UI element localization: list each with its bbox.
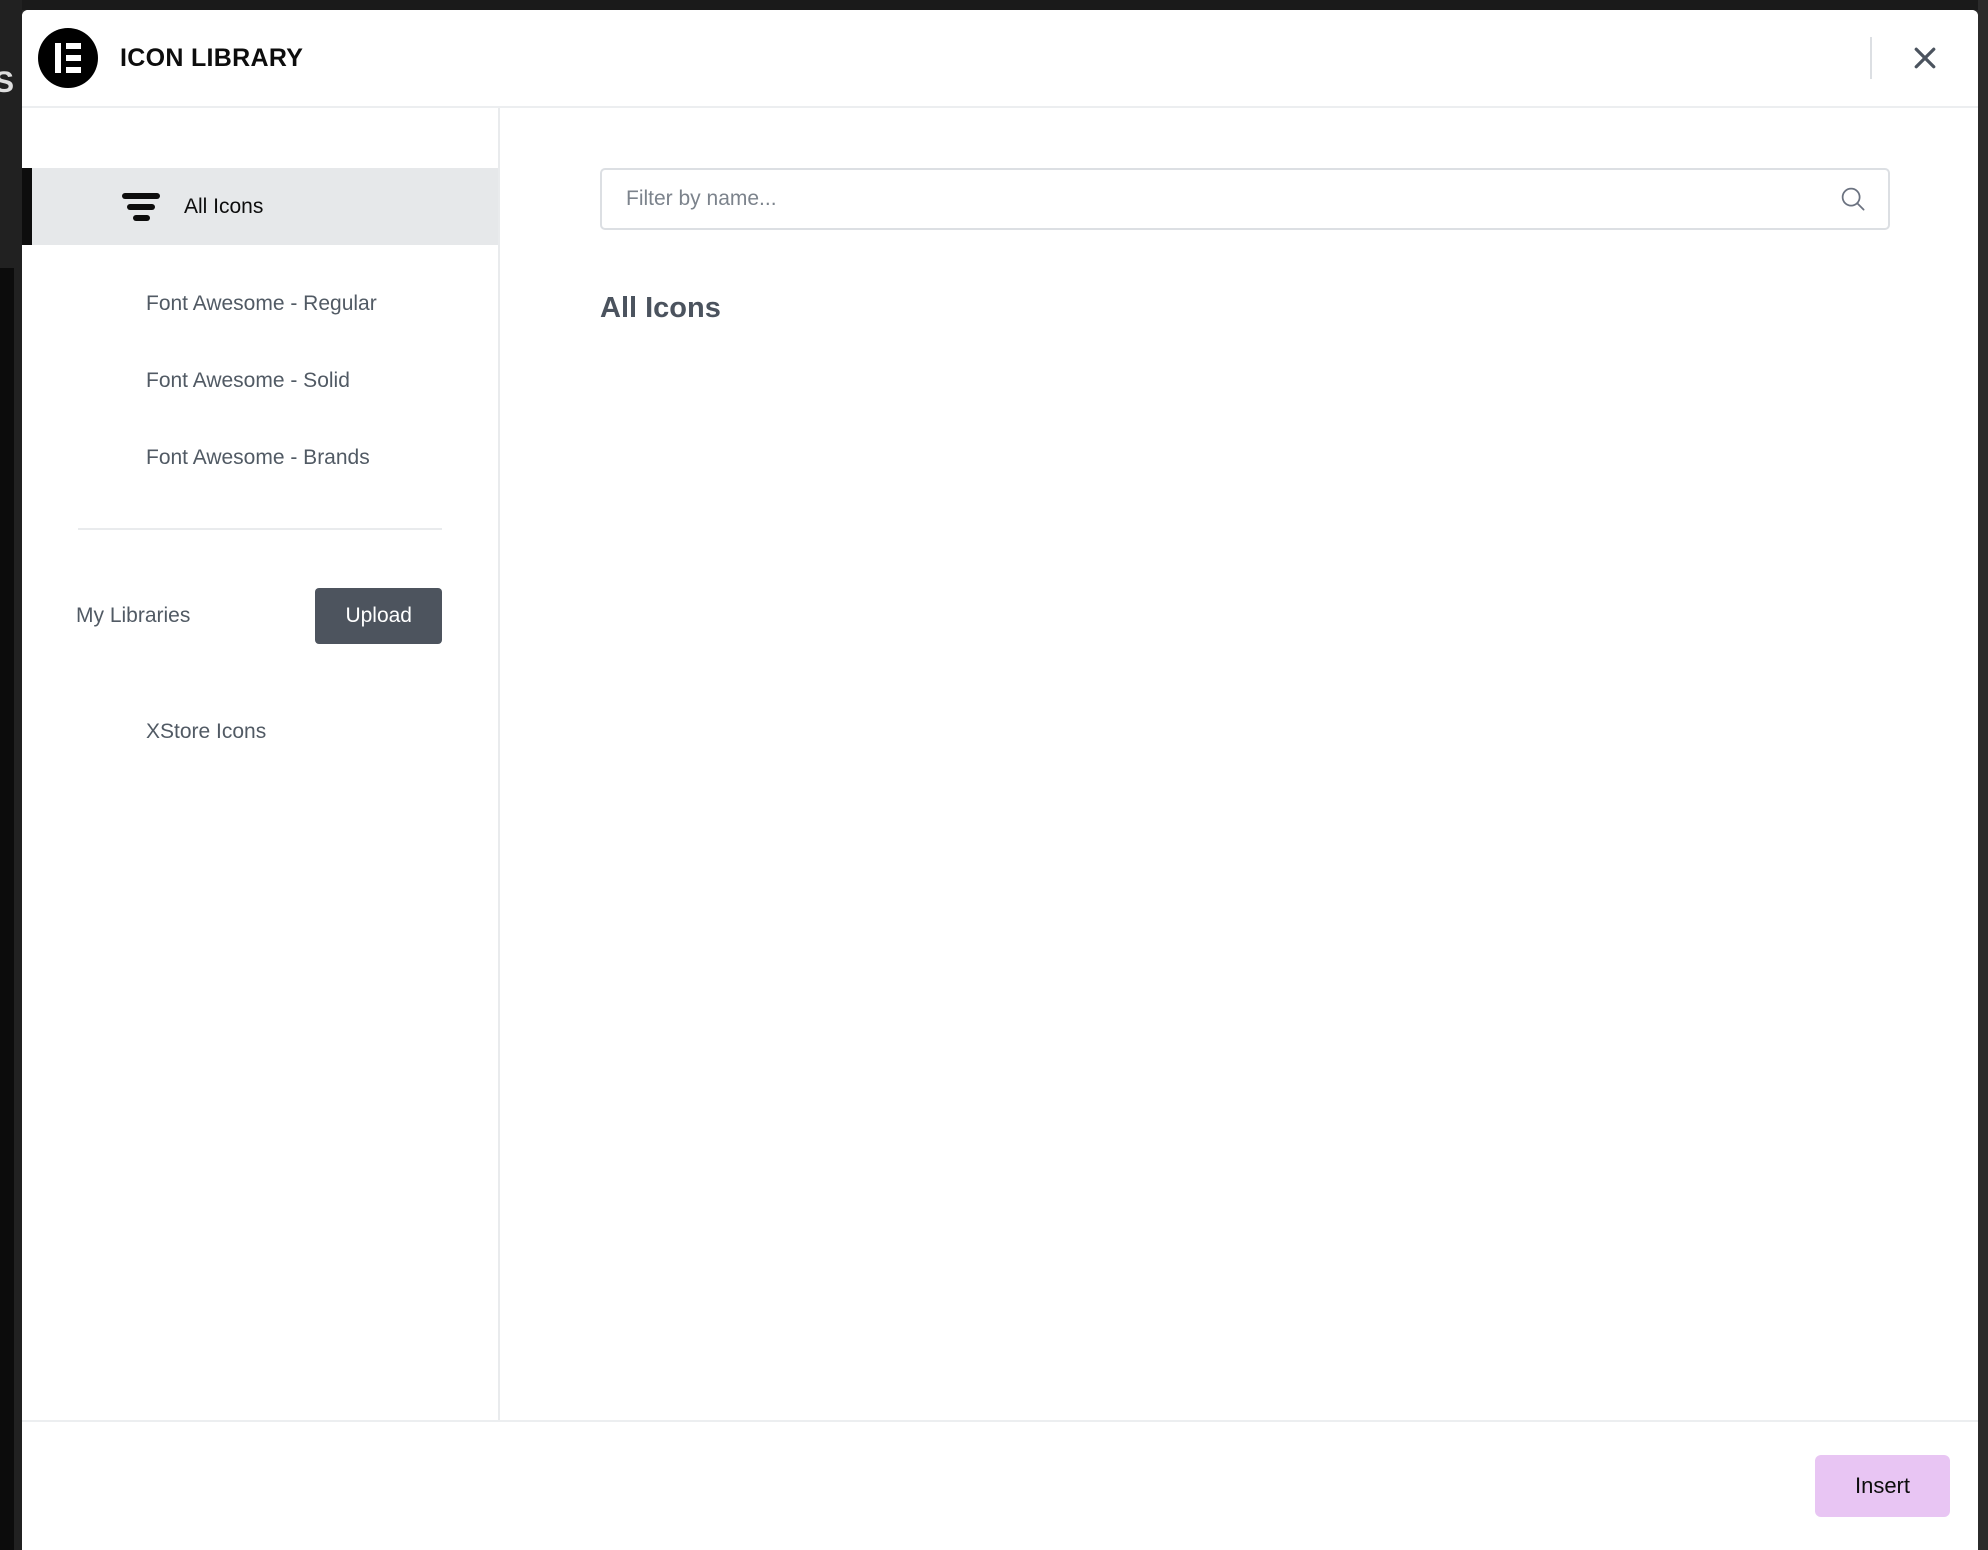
close-icon[interactable] — [1902, 35, 1948, 81]
upload-button[interactable]: Upload — [315, 588, 442, 644]
sidebar-item-font-awesome-brands[interactable]: Font Awesome - Brands — [22, 440, 498, 476]
backdrop-top-strip — [0, 0, 1988, 10]
icon-results-grid — [600, 365, 1914, 385]
sidebar-item-label: XStore Icons — [146, 720, 267, 743]
sidebar-divider — [78, 528, 442, 530]
sidebar-item-font-awesome-solid[interactable]: Font Awesome - Solid — [22, 363, 498, 399]
elementor-logo-icon — [38, 28, 98, 88]
sidebar-item-label: All Icons — [184, 194, 264, 218]
backdrop-left-dark-strip — [0, 268, 14, 1550]
logo-horizontal-bars — [66, 43, 81, 73]
sidebar-item-label: Font Awesome - Regular — [146, 292, 377, 315]
modal-footer: Insert — [22, 1420, 1978, 1550]
brand: ICON LIBRARY — [38, 28, 1870, 88]
header-actions — [1870, 35, 1948, 81]
header-divider — [1870, 37, 1872, 79]
search-input[interactable] — [600, 168, 1890, 230]
sidebar-item-label: Font Awesome - Brands — [146, 446, 370, 469]
elementor-logo-glyph — [55, 43, 81, 73]
sidebar-item-xstore-icons[interactable]: XStore Icons — [22, 714, 498, 750]
main-panel: All Icons — [500, 108, 1978, 1420]
search-icon[interactable] — [1838, 184, 1868, 214]
sidebar: All Icons Font Awesome - Regular Font Aw… — [22, 108, 500, 1420]
modal-header: ICON LIBRARY — [22, 10, 1978, 108]
insert-button[interactable]: Insert — [1814, 1455, 1950, 1517]
filter-icon — [120, 192, 162, 221]
my-libraries-section: My Libraries Upload — [22, 588, 498, 644]
modal-body: All Icons Font Awesome - Regular Font Aw… — [22, 108, 1978, 1420]
backdrop-ghost-text: S — [0, 66, 15, 99]
sidebar-item-all-icons[interactable]: All Icons — [22, 168, 498, 245]
sidebar-item-font-awesome-regular[interactable]: Font Awesome - Regular — [22, 286, 498, 322]
page-title: ICON LIBRARY — [120, 43, 304, 72]
icon-library-modal: ICON LIBRARY All Icons Font Awesome - Re… — [22, 10, 1978, 1550]
my-libraries-label: My Libraries — [76, 604, 191, 627]
section-title: All Icons — [600, 292, 721, 324]
logo-vertical-bar — [55, 43, 61, 73]
search-bar — [600, 168, 1890, 230]
backdrop-right-strip — [1978, 0, 1988, 1550]
sidebar-item-label: Font Awesome - Solid — [146, 369, 350, 392]
